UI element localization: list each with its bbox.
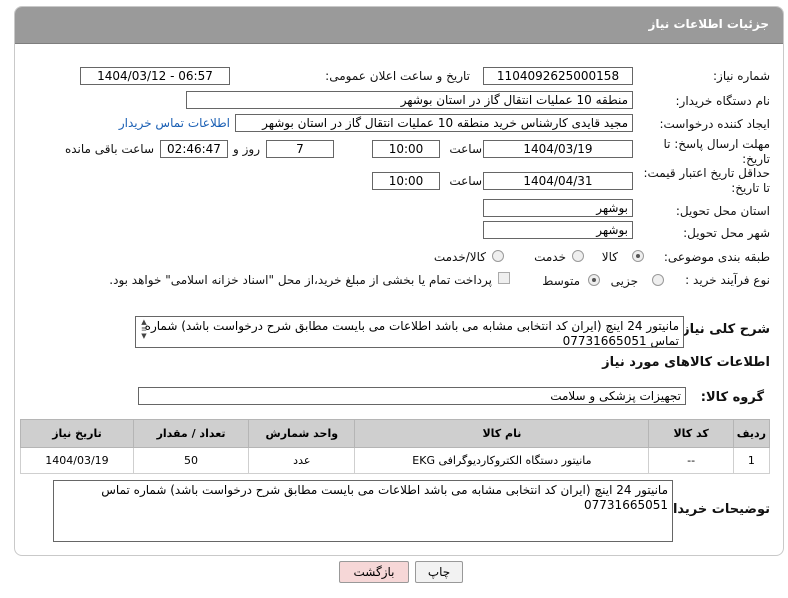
requester-field: مجید قایدی کارشناس خرید منطقه 10 عملیات …	[235, 114, 633, 132]
col-qty-header: تعداد / مقدار	[132, 419, 250, 448]
price-validity-date-field: 1404/04/31	[483, 172, 633, 190]
panel-title: جزئیات اطلاعات نیاز	[648, 17, 769, 31]
reply-deadline-label-2: تاریخ:	[742, 152, 770, 166]
price-validity-time-field: 10:00	[372, 172, 440, 190]
col-unit-header: واحد شمارش	[248, 419, 356, 448]
buyer-contact-link[interactable]: اطلاعات تماس خریدار	[119, 116, 230, 130]
reply-time-field: 10:00	[372, 140, 440, 158]
remaining-label: ساعت باقی مانده	[64, 142, 154, 156]
category-service-label: خدمت	[534, 250, 566, 264]
cell-name: مانیتور دستگاه الکتروکاردیوگرافی EKG	[354, 447, 650, 474]
goods-table: ردیف کد کالا نام کالا واحد شمارش تعداد /…	[20, 419, 771, 474]
goods-group-field: تجهیزات پزشکی و سلامت	[138, 387, 686, 405]
announce-datetime-field: 1404/03/12 - 06:57	[80, 67, 230, 85]
price-validity-time-label: ساعت	[449, 174, 482, 188]
days-label: روز و	[233, 142, 260, 156]
cell-qty: 50	[132, 447, 250, 474]
buyer-org-field: منطقه 10 عملیات انتقال گاز در استان بوشه…	[186, 91, 633, 109]
process-medium-label: متوسط	[542, 274, 580, 288]
goods-group-label: گروه کالا:	[700, 390, 764, 405]
print-button[interactable]: چاپ	[415, 561, 463, 583]
price-validity-label: حداقل تاریخ اعتبار قیمت:	[643, 166, 770, 180]
category-goods-radio[interactable]	[632, 250, 644, 262]
panel-header: جزئیات اطلاعات نیاز	[15, 7, 783, 44]
table-header-row: ردیف کد کالا نام کالا واحد شمارش تعداد /…	[20, 419, 771, 448]
description-textarea[interactable]: ▲ ≡ ▼ مانیتور 24 اینچ (ایران کد انتخابی مش…	[135, 316, 684, 348]
category-goods-service-radio[interactable]	[492, 250, 504, 262]
reply-deadline-label: مهلت ارسال پاسخ: تا	[663, 137, 770, 151]
delivery-province-label: استان محل تحویل:	[675, 204, 770, 218]
cell-row: 1	[732, 447, 771, 474]
process-partial-label: جزیی	[610, 274, 638, 288]
description-text: مانیتور 24 اینچ (ایران کد انتخابی مشابه …	[144, 319, 679, 348]
category-label: طبقه بندی موضوعی:	[663, 250, 770, 264]
category-service-radio[interactable]	[572, 250, 584, 262]
price-validity-label-2: تا تاریخ:	[731, 181, 770, 195]
need-number-field: 1104092625000158	[483, 67, 633, 85]
buyer-notes-label: توضیحات خریدار:	[660, 502, 770, 517]
table-row[interactable]: 1 -- مانیتور دستگاه الکتروکاردیوگرافی EK…	[20, 447, 771, 474]
cell-date: 1404/03/19	[20, 447, 134, 474]
category-goods-service-label: کالا/خدمت	[433, 250, 486, 264]
buyer-notes-textarea[interactable]: مانیتور 24 اینچ (ایران کد انتخابی مشابه …	[53, 480, 673, 542]
buyer-org-label: نام دستگاه خریدار:	[675, 94, 771, 108]
remaining-time-field: 02:46:47	[160, 140, 228, 158]
description-label: شرح کلی نیاز:	[676, 322, 770, 337]
process-type-label: نوع فرآیند خرید :	[685, 273, 770, 287]
process-partial-radio[interactable]	[652, 274, 664, 286]
treasury-checkbox[interactable]	[498, 272, 510, 284]
treasury-note: پرداخت تمام یا بخشی از مبلغ خرید،از محل …	[109, 273, 492, 287]
scroll-arrows-icon[interactable]: ▲ ≡ ▼	[138, 319, 150, 340]
delivery-province-field: بوشهر	[483, 199, 633, 217]
buyer-notes-text: مانیتور 24 اینچ (ایران کد انتخابی مشابه …	[101, 483, 668, 512]
delivery-city-field: بوشهر	[483, 221, 633, 239]
reply-date-field: 1404/03/19	[483, 140, 633, 158]
col-row-header: ردیف	[732, 419, 771, 448]
need-number-label: شماره نیاز:	[713, 69, 770, 83]
goods-info-heading: اطلاعات کالاهای مورد نیاز	[602, 355, 770, 370]
reply-time-label: ساعت	[449, 142, 482, 156]
col-name-header: نام کالا	[354, 419, 650, 448]
requester-label: ایجاد کننده درخواست:	[659, 117, 770, 131]
cell-code: --	[648, 447, 734, 474]
col-code-header: کد کالا	[648, 419, 734, 448]
back-button[interactable]: بازگشت	[339, 561, 409, 583]
delivery-city-label: شهر محل تحویل:	[683, 226, 770, 240]
announce-datetime-label: تاریخ و ساعت اعلان عمومی:	[325, 69, 470, 83]
days-field: 7	[266, 140, 334, 158]
cell-unit: عدد	[248, 447, 356, 474]
category-goods-label: کالا	[601, 250, 618, 264]
process-medium-radio[interactable]	[588, 274, 600, 286]
col-date-header: تاریخ نیاز	[20, 419, 134, 448]
